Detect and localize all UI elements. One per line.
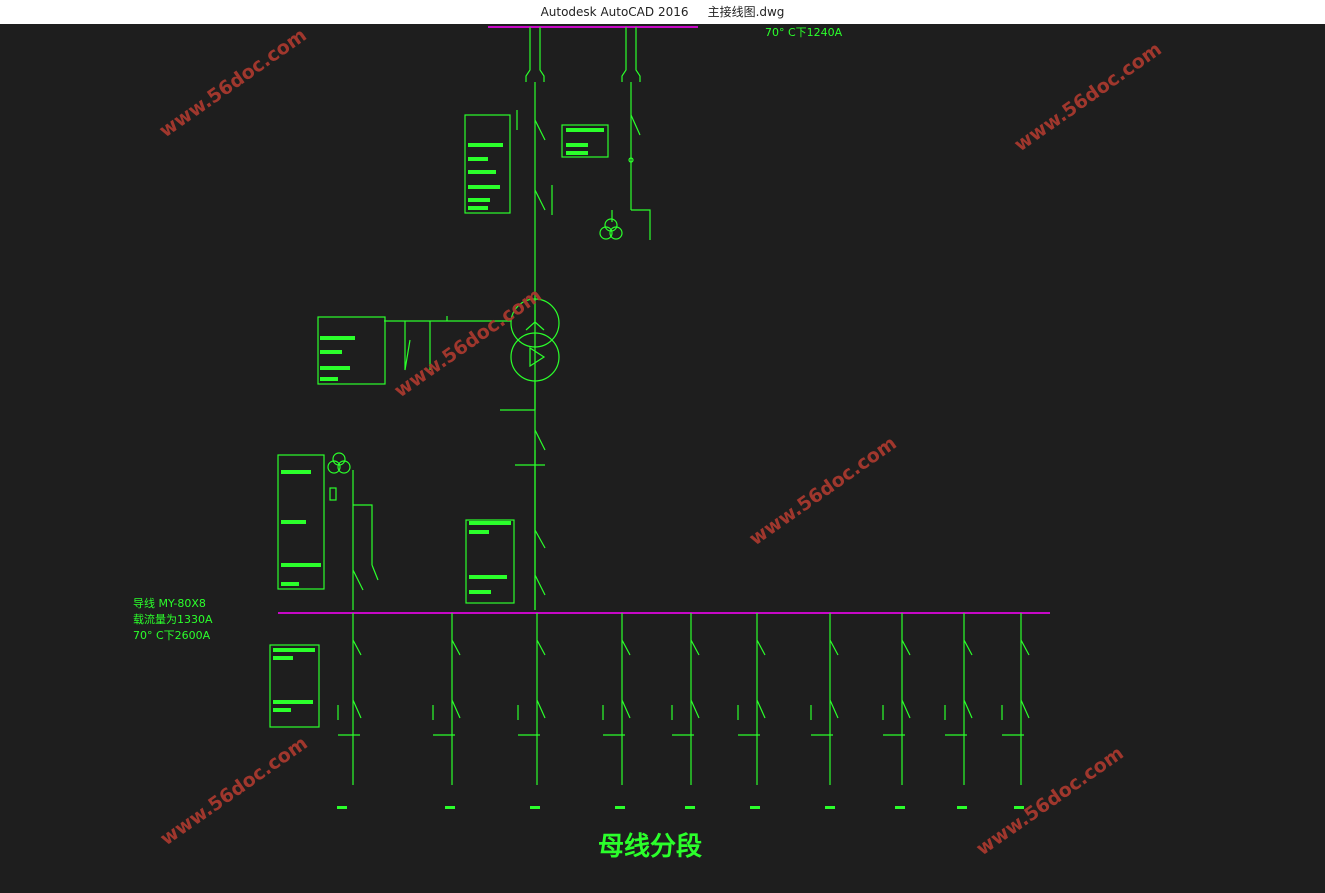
title-bar: Autodesk AutoCAD 2016 主接线图.dwg (0, 0, 1325, 24)
watermark-text: www.56doc.com (745, 432, 900, 550)
app-title: Autodesk AutoCAD 2016 (540, 5, 689, 19)
drawing-svg: 70° C下1240A 导线 MY-80X8 载流量为1330A 70° C下2… (133, 24, 1166, 862)
watermark-text: www.56doc.com (155, 24, 310, 142)
drawing-canvas[interactable]: 70° C下1240A 导线 MY-80X8 载流量为1330A 70° C下2… (0, 24, 1325, 889)
file-name: 主接线图.dwg (707, 5, 785, 19)
bus-info-line1: 导线 MY-80X8 (133, 596, 206, 610)
watermark-text: www.56doc.com (1010, 38, 1165, 156)
dense-labels (273, 128, 1024, 809)
watermark-text: www.56doc.com (156, 732, 311, 850)
bus-info-line3: 70° C下2600A (133, 629, 211, 642)
watermark-text: www.56doc.com (972, 742, 1127, 860)
drawing-caption: 母线分段 (598, 831, 702, 862)
bus-info-line2: 载流量为1330A (133, 612, 213, 626)
outgoing-feeders (337, 613, 1030, 785)
top-rating-label: 70° C下1240A (765, 26, 843, 39)
